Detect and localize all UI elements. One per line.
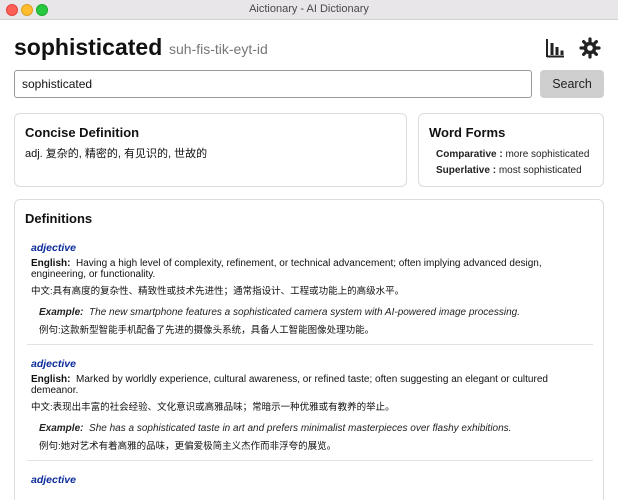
concise-definition-title: Concise Definition — [25, 125, 140, 140]
definition-entry: adjective — [31, 474, 593, 488]
english-definition: English: Having a high level of complexi… — [31, 258, 593, 280]
example-label: Example: — [39, 423, 84, 434]
definitions-title: Definitions — [25, 211, 93, 226]
superlative-label: Superlative : — [436, 165, 497, 176]
superlative-value: most sophisticated — [498, 165, 582, 176]
english-definition: English: Marked by worldly experience, c… — [31, 374, 593, 396]
example-chinese: 例句:她对艺术有着高雅的品味，更偏爱极简主义杰作而非浮夸的展览。 — [39, 438, 593, 452]
definitions-card: Definitions adjective English: Having a … — [14, 199, 604, 500]
example-english-text: She has a sophisticated taste in art and… — [89, 423, 512, 434]
part-of-speech: adjective — [31, 474, 76, 486]
example-label: Example: — [39, 307, 84, 318]
word-forms-card: Word Forms Comparative : more sophistica… — [418, 113, 604, 187]
chinese-label: 中文: — [31, 286, 53, 297]
example-english: Example: The new smartphone features a s… — [39, 307, 593, 318]
bar-chart-icon — [546, 39, 564, 58]
part-of-speech: adjective — [31, 242, 76, 254]
chinese-definition-text: 具有高度的复杂性、精致性或技术先进性；通常指设计、工程或功能上的高级水平。 — [52, 286, 405, 297]
search-button[interactable]: Search — [540, 70, 604, 98]
word-title: sophisticated — [14, 34, 163, 60]
word-header: sophisticated suh-fis-tik-eyt-id — [14, 34, 604, 62]
entry-divider — [27, 460, 593, 461]
concise-definition-card: Concise Definition adj. 复杂的, 精密的, 有见识的, … — [14, 113, 407, 187]
concise-definition-text: adj. 复杂的, 精密的, 有见识的, 世故的 — [25, 148, 208, 160]
example-chinese: 例句:这款新型智能手机配备了先进的摄像头系统，具备人工智能图像处理功能。 — [39, 322, 593, 336]
superlative-row: Superlative : most sophisticated — [436, 165, 582, 176]
definition-entry: adjective English: Marked by worldly exp… — [31, 358, 593, 452]
definition-entry: adjective English: Having a high level o… — [31, 242, 593, 336]
chinese-label: 中文: — [31, 402, 53, 413]
english-definition-text: Having a high level of complexity, refin… — [31, 258, 542, 280]
chinese-definition: 中文:具有高度的复杂性、精致性或技术先进性；通常指设计、工程或功能上的高级水平。 — [31, 286, 593, 298]
chinese-definition-text: 表现出丰富的社会经验、文化意识或高雅品味；常暗示一种优雅或有教养的举止。 — [52, 402, 395, 413]
example-chinese-text: 这款新型智能手机配备了先进的摄像头系统，具备人工智能图像处理功能。 — [60, 325, 375, 336]
comparative-label: Comparative : — [436, 149, 503, 160]
english-label: English: — [31, 258, 71, 269]
example-english: Example: She has a sophisticated taste i… — [39, 423, 593, 434]
example-chinese-label: 例句: — [39, 325, 61, 336]
example-chinese-text: 她对艺术有着高雅的品味，更偏爱极简主义杰作而非浮夸的展览。 — [60, 441, 337, 452]
comparative-row: Comparative : more sophisticated — [436, 149, 589, 160]
title-bar: Aictionary - AI Dictionary — [0, 0, 618, 20]
gear-icon — [579, 37, 601, 59]
example-chinese-label: 例句: — [39, 441, 61, 452]
settings-button[interactable] — [578, 36, 602, 60]
statistics-button[interactable] — [543, 36, 567, 60]
search-input[interactable] — [14, 70, 532, 98]
english-label: English: — [31, 374, 71, 385]
word-forms-title: Word Forms — [429, 125, 506, 140]
english-definition-text: Marked by worldly experience, cultural a… — [31, 374, 548, 396]
comparative-value: more sophisticated — [505, 149, 590, 160]
window-title: Aictionary - AI Dictionary — [249, 3, 369, 15]
entry-divider — [27, 344, 593, 345]
example-english-text: The new smartphone features a sophistica… — [89, 307, 520, 318]
part-of-speech: adjective — [31, 358, 76, 370]
pronunciation: suh-fis-tik-eyt-id — [169, 41, 268, 57]
chinese-definition: 中文:表现出丰富的社会经验、文化意识或高雅品味；常暗示一种优雅或有教养的举止。 — [31, 402, 593, 414]
app-window: Aictionary - AI Dictionary sophisticated… — [0, 0, 618, 500]
